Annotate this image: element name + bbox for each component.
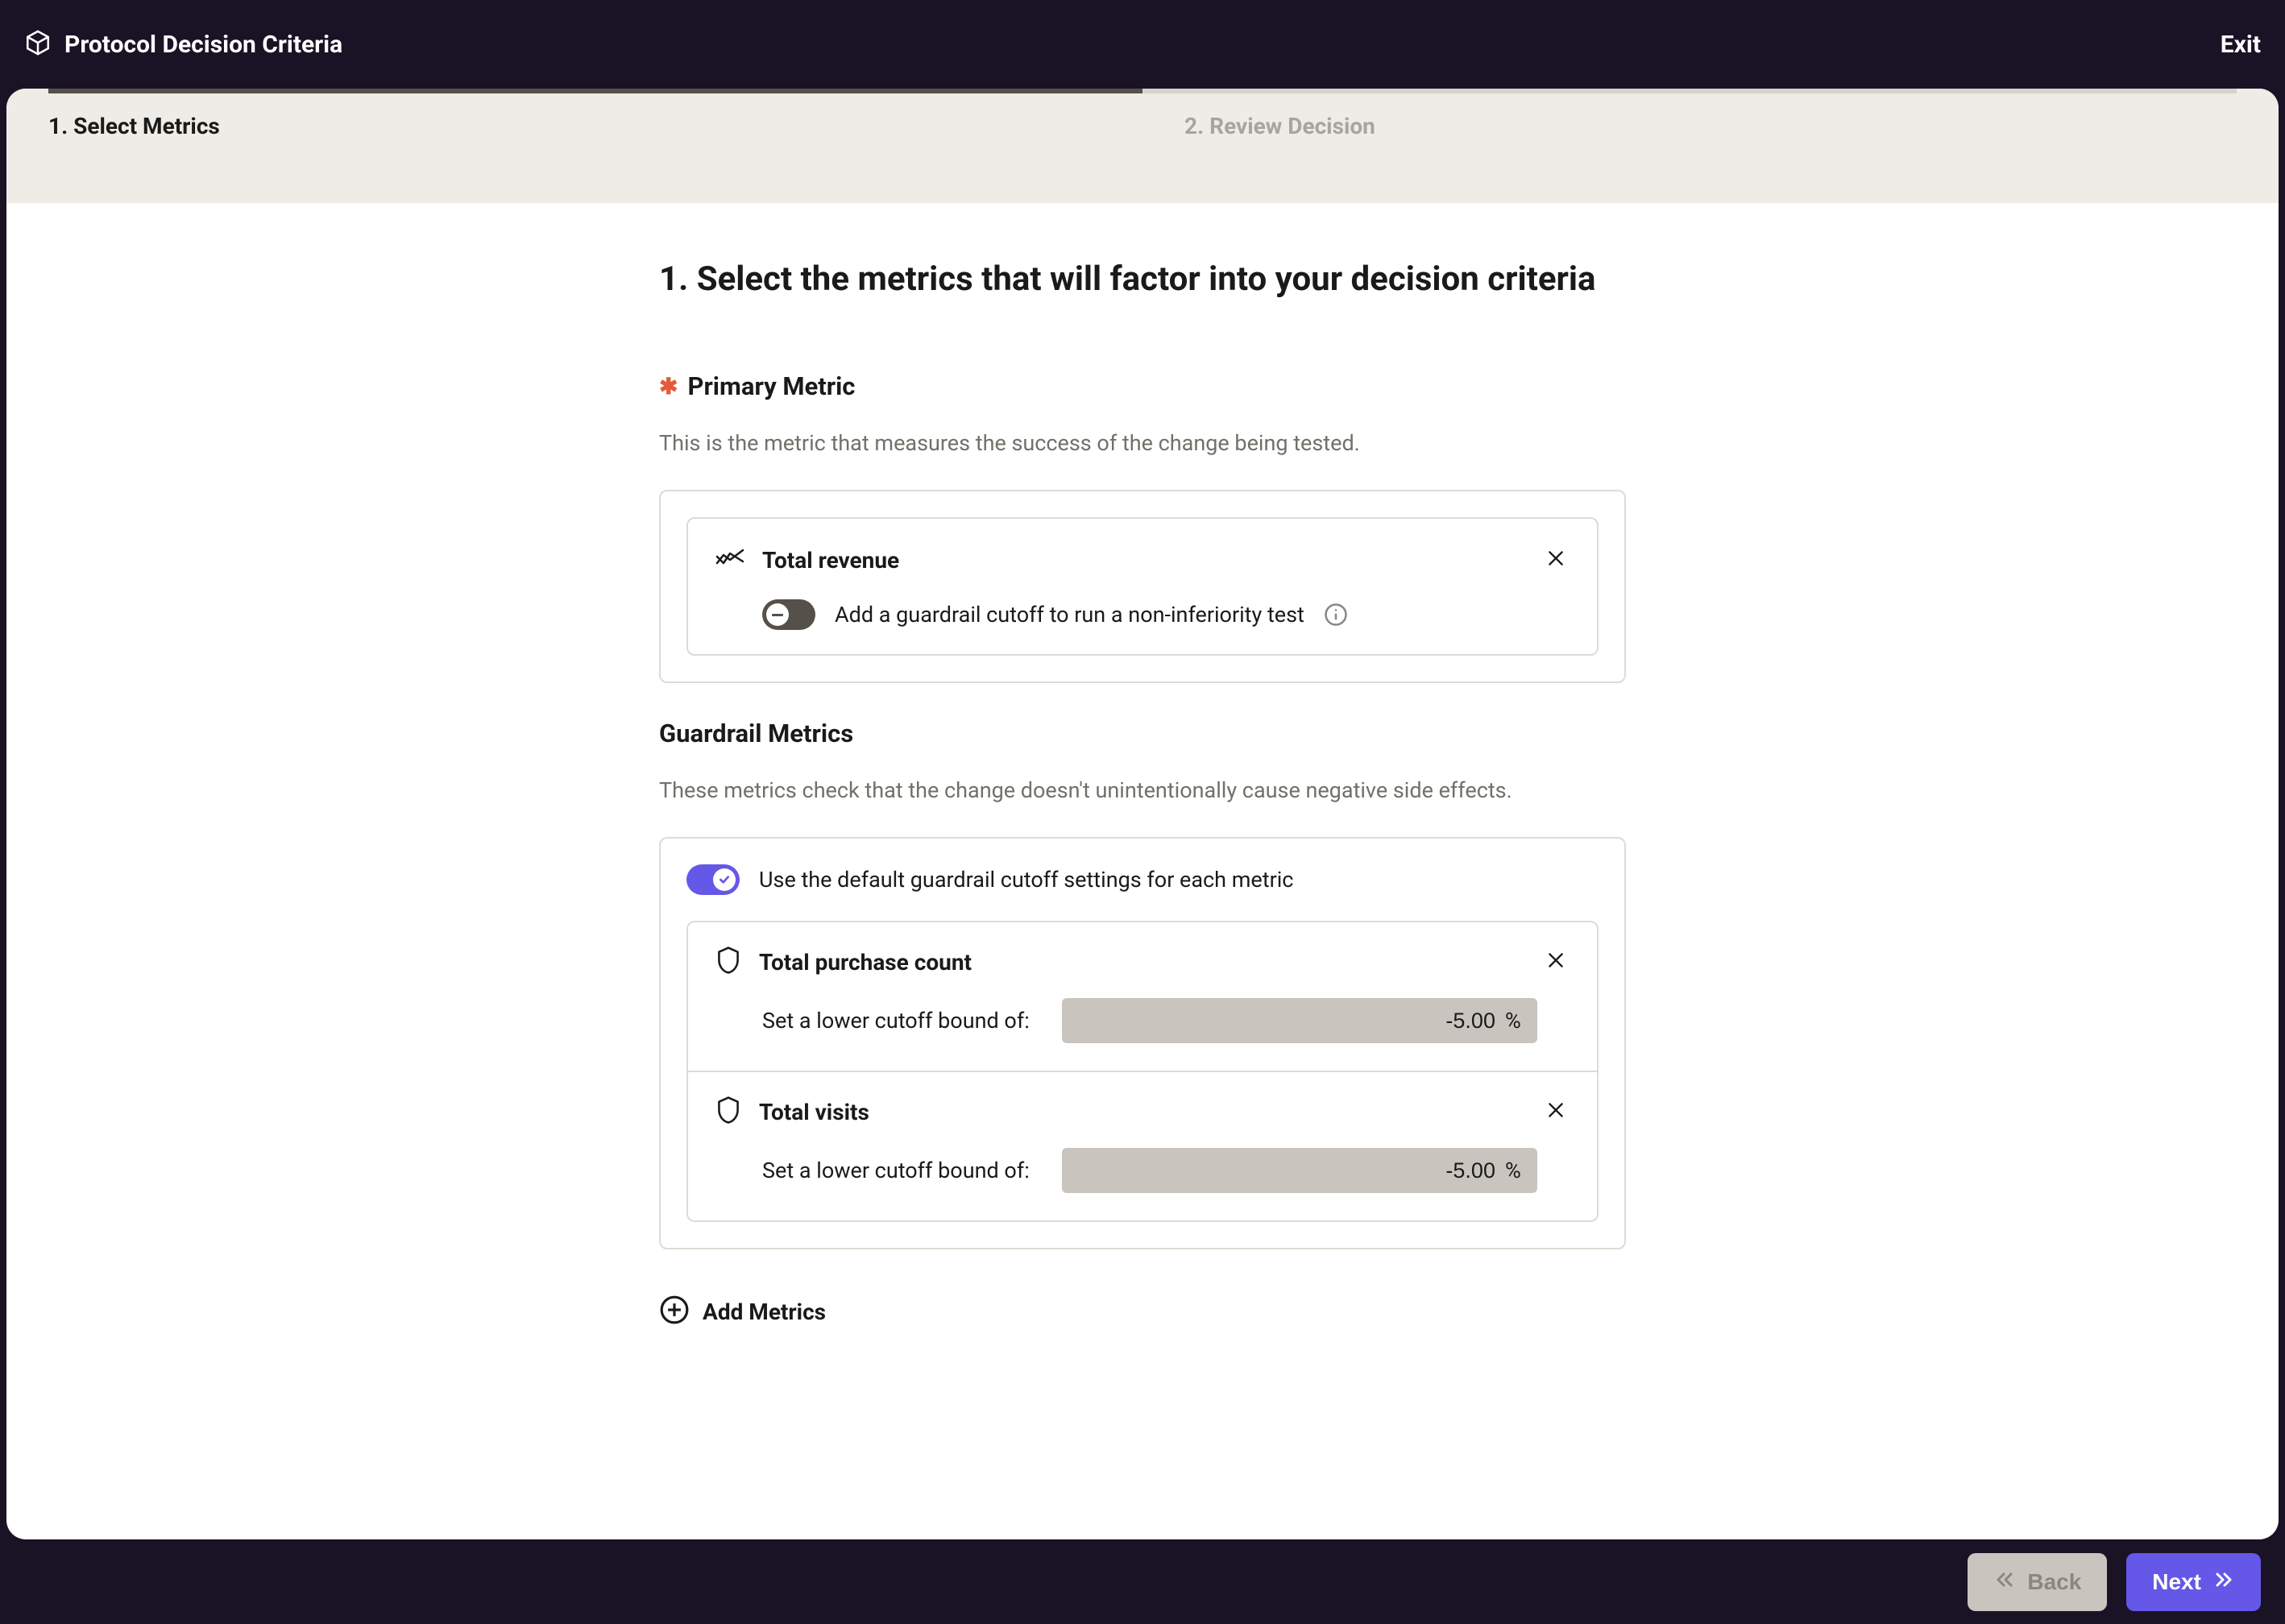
plus-circle-icon [659, 1295, 690, 1328]
cutoff-label: Set a lower cutoff bound of: [762, 1008, 1030, 1034]
content: 1. Select the metrics that will factor i… [6, 203, 2279, 1361]
primary-metric-desc: This is the metric that measures the suc… [659, 430, 1626, 456]
shield-icon [715, 946, 741, 978]
primary-metric-label-text: Primary Metric [687, 371, 855, 401]
cutoff-row: Set a lower cutoff bound of: % [762, 998, 1570, 1043]
cube-icon [24, 29, 52, 60]
add-metrics-label: Add Metrics [703, 1299, 826, 1325]
toggle-knob [713, 868, 736, 891]
cutoff-row: Set a lower cutoff bound of: % [762, 1148, 1570, 1193]
guardrail-cutoff-toggle-row: Add a guardrail cutoff to run a non-infe… [762, 599, 1570, 630]
cutoff-label: Set a lower cutoff bound of: [762, 1158, 1030, 1183]
footer: Back Next [1943, 1539, 2285, 1624]
guardrail-cutoff-toggle-label: Add a guardrail cutoff to run a non-infe… [835, 602, 1304, 628]
exit-link[interactable]: Exit [2221, 31, 2261, 59]
cutoff-input[interactable] [1415, 1009, 1495, 1034]
cutoff-input-wrap: % [1062, 1148, 1537, 1193]
guardrail-cutoff-toggle[interactable] [762, 599, 815, 630]
step-label: 2. Review Decision [1184, 113, 1375, 139]
guardrail-metric-name-row: Total visits [715, 1095, 1570, 1129]
main-panel: 1. Select Metrics 2. Review Decision 1. … [6, 89, 2279, 1539]
step-review-decision[interactable]: 2. Review Decision [1142, 89, 2279, 203]
percent-suffix: % [1505, 1008, 1521, 1034]
guardrail-metric-visits: Total visits Set a lower cutoff bound of… [686, 1072, 1599, 1222]
guardrail-metric-name-group: Total visits [715, 1096, 869, 1128]
chevron-double-right-icon [2212, 1569, 2235, 1595]
topbar: Protocol Decision Criteria Exit [0, 0, 2285, 89]
page-title: Protocol Decision Criteria [64, 31, 342, 59]
guardrail-metric-purchase-count: Total purchase count Set a lower cutoff … [686, 921, 1599, 1072]
default-guardrail-toggle-label: Use the default guardrail cutoff setting… [759, 867, 1293, 893]
percent-suffix: % [1505, 1158, 1521, 1183]
guardrail-metric-name-row: Total purchase count [715, 945, 1570, 979]
info-icon[interactable] [1324, 603, 1348, 627]
required-star-icon: ✱ [659, 373, 678, 400]
primary-metric-inner: Total revenue Add a guardrail cutoff to [686, 517, 1599, 656]
minus-icon [772, 614, 783, 616]
page-heading: 1. Select the metrics that will factor i… [659, 259, 1626, 299]
progress-track [48, 89, 2237, 93]
trend-line-icon [715, 547, 744, 573]
add-metrics-button[interactable]: Add Metrics [659, 1295, 1626, 1328]
primary-metric-name: Total revenue [762, 547, 899, 574]
next-button[interactable]: Next [2126, 1553, 2261, 1611]
guardrail-metrics-desc: These metrics check that the change does… [659, 777, 1626, 803]
primary-metric-row: Total revenue [715, 543, 1570, 577]
next-button-label: Next [2152, 1569, 2201, 1595]
step-select-metrics[interactable]: 1. Select Metrics [6, 89, 1142, 203]
guardrail-card: Use the default guardrail cutoff setting… [659, 837, 1626, 1249]
primary-metric-label: ✱ Primary Metric [659, 371, 1626, 401]
default-guardrail-row: Use the default guardrail cutoff setting… [686, 864, 1599, 895]
cutoff-input-wrap: % [1062, 998, 1537, 1043]
default-guardrail-toggle[interactable] [686, 864, 740, 895]
guardrail-metrics-label-text: Guardrail Metrics [659, 719, 853, 748]
back-button[interactable]: Back [1968, 1553, 2107, 1611]
chevron-double-left-icon [1993, 1569, 2016, 1595]
progress-fill [48, 89, 1142, 93]
back-button-label: Back [2027, 1569, 2081, 1595]
guardrail-metric-name: Total purchase count [759, 949, 972, 976]
cutoff-input[interactable] [1415, 1158, 1495, 1183]
steps-bar: 1. Select Metrics 2. Review Decision [6, 89, 2279, 203]
close-icon[interactable] [1542, 543, 1570, 577]
step-label: 1. Select Metrics [48, 113, 220, 139]
toggle-knob [766, 603, 789, 626]
guardrail-metric-name-group: Total purchase count [715, 946, 972, 978]
shield-icon [715, 1096, 741, 1128]
content-inner: 1. Select the metrics that will factor i… [659, 259, 1626, 1328]
primary-metric-card: Total revenue Add a guardrail cutoff to [659, 490, 1626, 683]
primary-metric-name-group: Total revenue [715, 547, 899, 574]
guardrail-metrics-label: Guardrail Metrics [659, 719, 1626, 748]
topbar-left: Protocol Decision Criteria [24, 29, 342, 60]
guardrail-metric-name: Total visits [759, 1099, 869, 1125]
close-icon[interactable] [1542, 945, 1570, 979]
close-icon[interactable] [1542, 1095, 1570, 1129]
